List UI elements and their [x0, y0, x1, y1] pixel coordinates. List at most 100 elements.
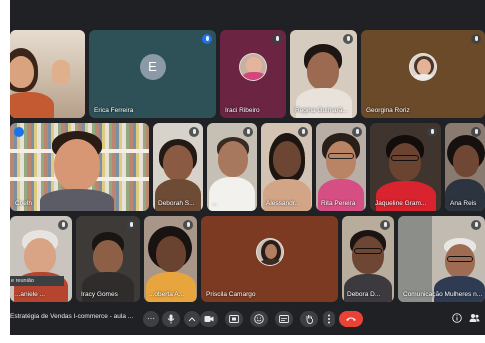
mic-muted-icon	[471, 127, 481, 137]
camera-button[interactable]	[200, 311, 218, 327]
camera-icon	[204, 316, 214, 322]
people-icon	[469, 314, 479, 322]
captions-button[interactable]	[275, 311, 293, 327]
participant-name: Iracy Gomes	[81, 291, 118, 298]
mic-muted-icon	[343, 34, 353, 44]
glasses	[354, 248, 382, 254]
reactions-button[interactable]	[250, 311, 268, 327]
more-horiz-icon: ⋯	[147, 314, 155, 323]
video-tile-comunicacao[interactable]: Comunicação Mulheres n...	[398, 216, 485, 302]
participant-name: Iraci Ribeiro	[225, 107, 260, 114]
video-tile-iracy[interactable]: Iracy Gomes	[76, 216, 140, 302]
waving-hand	[52, 60, 70, 84]
meeting-details-button[interactable]	[451, 313, 463, 325]
participant-face	[218, 141, 248, 177]
end-call-icon	[346, 317, 356, 321]
video-tile-coelho[interactable]: Coelh	[10, 123, 149, 211]
glasses	[447, 256, 473, 262]
audio-options-button[interactable]	[184, 311, 200, 327]
mic-muted-icon	[427, 127, 437, 137]
video-tile-host[interactable]	[10, 30, 85, 118]
participant-body	[10, 92, 54, 118]
participant-face	[273, 141, 301, 177]
mic-muted-icon	[183, 220, 193, 230]
participant-face	[307, 52, 339, 90]
tooltip: e reunião	[10, 276, 64, 286]
raise-hand-button[interactable]	[300, 311, 318, 327]
participant-name: Erica Ferreira	[94, 107, 134, 114]
more-actions-button[interactable]	[323, 311, 335, 327]
more-options-icon	[328, 314, 330, 324]
participant-face	[163, 145, 193, 181]
participant-face	[24, 238, 56, 274]
participant-name: Coelh	[15, 200, 32, 207]
mic-muted-icon	[189, 127, 199, 137]
participant-name: ...	[212, 200, 218, 207]
participant-name: Regina Guimarã...	[295, 107, 348, 114]
participant-face	[54, 139, 100, 191]
avatar	[255, 238, 284, 267]
participant-face	[352, 236, 384, 274]
leave-call-button[interactable]	[339, 311, 363, 327]
speaking-indicator-icon	[14, 127, 24, 137]
microphone-button[interactable]	[162, 311, 180, 327]
participant-name: Deborah S...	[158, 200, 195, 207]
video-tile-daniele[interactable]: ...aniele ...	[10, 216, 72, 302]
video-tile-rita[interactable]: Rita Pereira	[316, 123, 366, 211]
mic-muted-icon	[471, 34, 481, 44]
participant-face	[453, 145, 479, 177]
participant-name: Georgina Roriz	[366, 107, 410, 114]
mic-muted-icon	[298, 127, 308, 137]
participant-name: Ana Reis	[450, 200, 477, 207]
participant-name: Debora D...	[347, 291, 381, 298]
mic-muted-icon	[380, 220, 390, 230]
video-tile-erica[interactable]: E Erica Ferreira	[89, 30, 216, 118]
more-options-button[interactable]: ⋯	[143, 311, 159, 327]
participant-body	[434, 276, 485, 302]
participant-face	[326, 141, 356, 179]
avatar: E	[139, 53, 166, 80]
present-screen-button[interactable]	[225, 311, 243, 327]
avatar	[239, 52, 267, 81]
participant-name: Rita Pereira	[321, 200, 356, 207]
video-tile-priscila[interactable]: Priscila Camargo	[201, 216, 338, 302]
participant-face	[10, 56, 34, 88]
participant-face	[389, 143, 421, 181]
mic-muted-icon	[58, 220, 68, 230]
video-tile-deborah-d[interactable]: Debora D...	[342, 216, 394, 302]
participant-body	[40, 189, 114, 211]
avatar	[409, 52, 437, 81]
participant-face	[93, 240, 123, 274]
mic-muted-icon	[471, 220, 481, 230]
mic-muted-icon	[272, 34, 282, 44]
mic-active-icon	[202, 34, 212, 44]
video-tile-georgina[interactable]: Georgina Roriz	[361, 30, 485, 118]
mic-muted-icon	[126, 220, 136, 230]
raise-hand-icon	[306, 315, 313, 324]
captions-icon	[279, 315, 289, 323]
participant-name: Comunicação Mulheres n...	[403, 291, 483, 298]
meeting-toolbar: Estratégia de Vendas I-commerce - aula .…	[10, 303, 485, 335]
participant-name: ...oberta A...	[149, 291, 185, 298]
video-tile-roberta[interactable]: ...oberta A...	[144, 216, 197, 302]
video-tile-ana[interactable]: Ana Reis	[445, 123, 485, 211]
mic-icon	[167, 314, 175, 324]
mic-muted-icon	[352, 127, 362, 137]
meeting-title: Estratégia de Vendas I-commerce - aula .…	[10, 313, 134, 320]
mic-muted-icon	[243, 127, 253, 137]
video-tile-participant[interactable]: ...	[207, 123, 257, 211]
glasses	[328, 153, 354, 159]
video-tile-alessandra[interactable]: Alessandr...	[261, 123, 312, 211]
participant-name: Jaqueline Gram...	[375, 200, 427, 207]
video-tile-deborah[interactable]: Deborah S...	[153, 123, 203, 211]
glasses	[391, 155, 419, 161]
window-background	[398, 216, 432, 302]
present-icon	[229, 315, 239, 323]
emoji-icon	[254, 314, 264, 324]
chevron-up-icon	[188, 317, 196, 322]
video-tile-jaqueline[interactable]: Jaqueline Gram...	[370, 123, 441, 211]
video-tile-regina[interactable]: Regina Guimarã...	[290, 30, 357, 118]
video-tile-iraci[interactable]: Iraci Ribeiro	[220, 30, 286, 118]
info-icon	[452, 313, 462, 323]
people-button[interactable]	[468, 313, 480, 325]
